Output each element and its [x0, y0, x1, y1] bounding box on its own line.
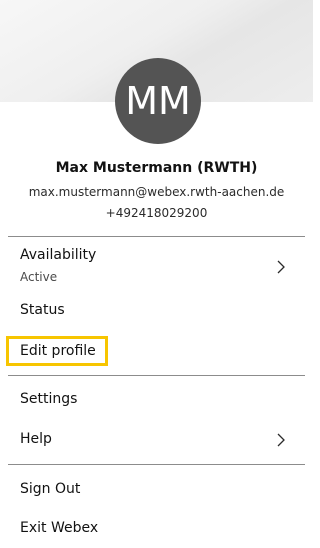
- avatar-initials: MM: [125, 79, 191, 123]
- user-email: max.mustermann@webex.rwth-aachen.de: [28, 185, 285, 199]
- user-phone: +492418029200: [105, 206, 208, 220]
- menu-item-status[interactable]: Status: [0, 296, 313, 328]
- chevron-right-icon: [277, 433, 285, 447]
- status-label: Status: [20, 302, 65, 318]
- help-label: Help: [20, 431, 52, 447]
- sign-out-label: Sign Out: [20, 481, 81, 497]
- exit-webex-label: Exit Webex: [20, 520, 99, 536]
- menu-item-settings[interactable]: Settings: [0, 384, 313, 416]
- menu-item-availability[interactable]: Availability Active: [0, 240, 313, 290]
- menu-item-sign-out[interactable]: Sign Out: [0, 474, 313, 506]
- chevron-right-icon: [277, 260, 285, 274]
- divider: [8, 375, 305, 376]
- availability-label: Availability: [20, 247, 97, 263]
- settings-label: Settings: [20, 391, 78, 407]
- avatar: MM: [115, 58, 201, 144]
- divider: [8, 236, 305, 237]
- menu-item-exit-webex[interactable]: Exit Webex: [0, 513, 313, 545]
- divider: [8, 464, 305, 465]
- user-name: Max Mustermann (RWTH): [55, 160, 258, 176]
- menu-item-help[interactable]: Help: [0, 424, 313, 456]
- availability-status: Active: [20, 270, 58, 284]
- focus-highlight: [6, 336, 108, 366]
